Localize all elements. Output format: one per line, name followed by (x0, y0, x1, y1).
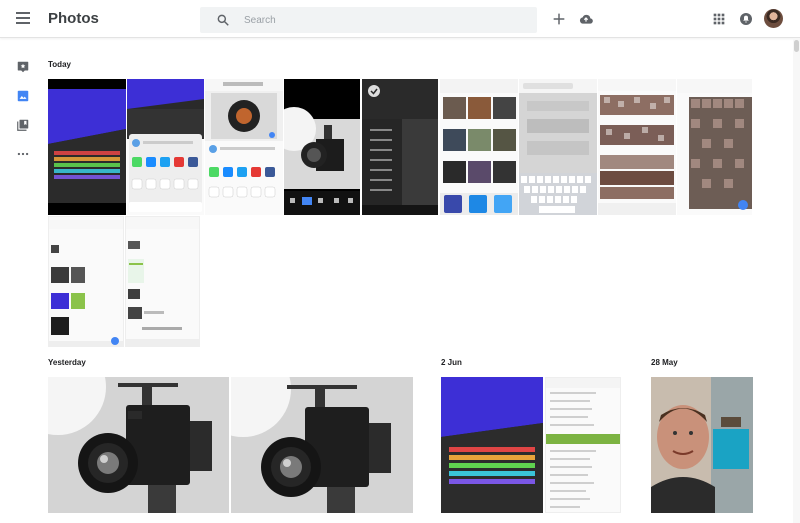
photo-thumbnail[interactable] (48, 79, 126, 215)
add-icon[interactable] (551, 11, 567, 27)
search-bar[interactable] (200, 7, 537, 33)
photo-thumbnail[interactable] (231, 377, 413, 513)
section-title-yesterday: Yesterday (48, 358, 86, 367)
photo-thumbnail[interactable] (651, 377, 753, 513)
app-title: Photos (48, 10, 99, 27)
photo-thumbnail[interactable] (127, 79, 204, 215)
photo-thumbnail[interactable] (205, 79, 283, 215)
photos-icon[interactable] (16, 89, 30, 103)
search-input[interactable] (244, 11, 524, 29)
upload-cloud-icon[interactable] (578, 11, 594, 27)
account-avatar[interactable] (764, 9, 783, 28)
photo-thumbnail[interactable] (519, 79, 597, 215)
notifications-icon[interactable] (738, 11, 754, 27)
photo-thumbnail[interactable] (125, 216, 200, 347)
scrollbar[interactable] (793, 38, 800, 523)
section-title-28-may: 28 May (651, 358, 678, 367)
assistant-icon[interactable] (16, 60, 30, 74)
photo-thumbnail[interactable] (48, 377, 229, 513)
apps-grid-icon[interactable] (711, 11, 727, 27)
top-app-bar: Photos (0, 0, 800, 38)
photo-thumbnail[interactable] (545, 377, 621, 513)
photo-thumbnail[interactable] (48, 216, 124, 347)
search-icon[interactable] (216, 13, 230, 27)
menu-icon[interactable] (16, 12, 30, 24)
more-icon[interactable] (16, 147, 30, 161)
photo-thumbnail[interactable] (441, 377, 543, 513)
photo-thumbnail[interactable] (677, 79, 752, 215)
section-title-today: Today (48, 60, 71, 69)
albums-icon[interactable] (16, 118, 30, 132)
photo-thumbnail[interactable] (598, 79, 676, 215)
photo-thumbnail[interactable] (440, 79, 518, 215)
scrollbar-thumb[interactable] (794, 40, 799, 52)
section-title-2-jun: 2 Jun (441, 358, 462, 367)
photo-thumbnail[interactable] (362, 79, 438, 215)
photo-thumbnail[interactable] (284, 79, 360, 215)
